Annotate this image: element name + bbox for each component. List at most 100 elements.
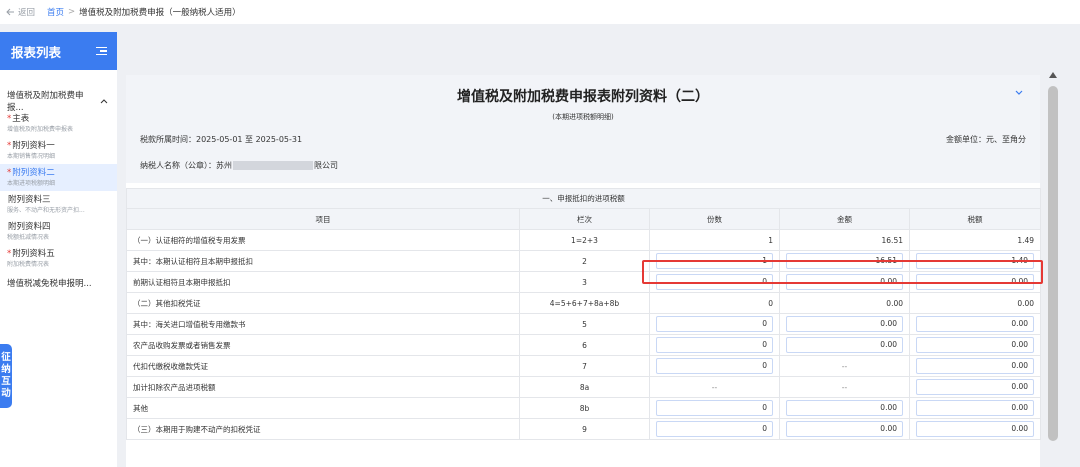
sidebar-item-schedule-5[interactable]: *附列资料五 附加税费情况表 [0,245,117,272]
taxpayer-prefix: 苏州 [216,161,232,170]
form-header: 增值税及附加税费申报表附列资料（二） (本期进项税额明细) 税款所属时间：202… [126,75,1040,183]
tax-input[interactable]: 0.00 [916,337,1035,353]
required-mark: * [7,249,12,259]
row-line-no: 1=2+3 [519,229,650,251]
float-tab-char: 征 [1,352,11,363]
table-row: 其他 8b 0 0.00 0.00 [126,397,1042,419]
amount-input[interactable]: 0.00 [786,274,903,290]
col-header-count: 份数 [649,208,780,230]
tax-period: 税款所属时间：2025-05-01 至 2025-05-31 [140,134,302,145]
amount-input[interactable]: 0.00 [786,400,903,416]
row-line-no: 6 [519,334,650,356]
tax-input[interactable]: 1.49 [916,253,1035,269]
count-input[interactable]: 1 [656,253,773,269]
row-line-no: 8a [519,376,650,398]
sidebar-item-desc: 本期进项税额明细 [7,180,56,187]
count-value: 1 [649,229,780,251]
row-item: 其中：本期认证相符且本期申报抵扣 [126,250,520,272]
row-item: （一）认证相符的增值税专用发票 [126,229,520,251]
row-line-no: 9 [519,418,650,440]
amount-unit: 金额单位：元、至角分 [946,135,1026,144]
chevron-up-icon [100,98,108,103]
amount-na: -- [779,376,910,398]
redacted-block [233,161,313,170]
tax-input[interactable]: 0.00 [916,316,1035,332]
count-input[interactable]: 0 [656,400,773,416]
col-header-tax: 税额 [908,208,1042,230]
amount-input[interactable]: 0.00 [786,316,903,332]
tax-input[interactable]: 0.00 [916,400,1035,416]
amount-input[interactable]: 0.00 [786,337,903,353]
sidebar-item-label: 附列资料三 [8,195,51,205]
tax-value: 1.49 [908,229,1042,251]
sidebar-item-label: 附列资料二 [12,168,55,178]
row-line-no: 3 [519,271,650,293]
sidebar-item-schedule-4[interactable]: 附列资料四 税额抵减情况表 [0,218,117,245]
row-item: 农产品收购发票或者销售发票 [126,334,520,356]
row-line-no: 7 [519,355,650,377]
taxpayer-name: 纳税人名称（公章）： 苏州 限公司 [140,160,338,171]
interaction-float-tab[interactable]: 征 纳 互 动 [0,344,12,408]
col-header-line: 栏次 [519,208,650,230]
row-item: 代扣代缴税收缴款凭证 [126,355,520,377]
table-row: （二）其他扣税凭证 4=5+6+7+8a+8b 0 0.00 0.00 [126,292,1042,314]
required-mark: * [7,114,12,124]
table-row: （三）本期用于购建不动产的扣税凭证 9 0 0.00 0.00 [126,418,1042,440]
breadcrumb-home[interactable]: 首页 [47,6,64,18]
breadcrumb-current: 增值税及附加税费申报（一般纳税人适用） [79,8,241,18]
taxpayer-suffix: 限公司 [314,161,338,170]
col-header-amount: 金额 [779,208,910,230]
table-row: 前期认证相符且本期申报抵扣 3 0 0.00 0.00 [126,271,1042,293]
amount-value: 0.00 [779,292,910,314]
count-input[interactable]: 0 [656,316,773,332]
row-line-no: 5 [519,313,650,335]
sidebar-item-schedule-1[interactable]: *附列资料一 本期销售情况明细 [0,137,117,164]
row-item: （二）其他扣税凭证 [126,292,520,314]
table-row: 其中：海关进口增值税专用缴款书 5 0 0.00 0.00 [126,313,1042,335]
required-mark: * [7,168,12,178]
back-button[interactable]: 返回 [6,6,35,18]
count-na: -- [649,376,780,398]
tax-value: 0.00 [908,292,1042,314]
table-row: 代扣代缴税收缴款凭证 7 0 -- 0.00 [126,355,1042,377]
count-input[interactable]: 0 [656,274,773,290]
amount-na: -- [779,355,910,377]
amount-input[interactable]: 16.51 [786,253,903,269]
table-row: （一）认证相符的增值税专用发票 1=2+3 1 16.51 1.49 [126,229,1042,251]
tax-input[interactable]: 0.00 [916,274,1035,290]
sidebar: 报表列表 增值税及附加税费申报... *主表 增值税及附加税费申报表 *附列资料… [0,32,117,467]
required-mark: * [7,141,12,151]
sidebar-item-schedule-3[interactable]: 附列资料三 服务、不动产和无形资产扣... [0,191,117,218]
sidebar-item-main-form[interactable]: *主表 增值税及附加税费申报表 [0,110,117,137]
sidebar-item-exemption[interactable]: 增值税减免税申报明... [0,272,117,293]
row-line-no: 2 [519,250,650,272]
scrollbar-thumb[interactable] [1048,86,1058,441]
sidebar-item-label: 附列资料一 [12,141,55,151]
row-item: 其他 [126,397,520,419]
amount-input[interactable]: 0.00 [786,421,903,437]
sidebar-item-schedule-2[interactable]: *附列资料二 本期进项税额明细 [0,164,117,191]
tax-input[interactable]: 0.00 [916,379,1035,395]
column-header-row: 项目 栏次 份数 金额 税额 [126,208,1042,230]
breadcrumb-separator: > [68,7,76,17]
form-title: 增值税及附加税费申报表附列资料（二） [457,89,709,105]
count-input[interactable]: 0 [656,421,773,437]
taxpayer-label: 纳税人名称（公章）： [140,161,216,170]
row-item: （三）本期用于购建不动产的扣税凭证 [126,418,520,440]
col-header-item: 项目 [126,208,520,230]
form-subtitle: (本期进项税额明细) [552,113,614,121]
chevron-down-icon[interactable] [1014,87,1024,97]
sidebar-item-label: 附列资料五 [12,249,55,259]
scroll-up-arrow-icon[interactable] [1049,72,1057,78]
count-input[interactable]: 0 [656,337,773,353]
amount-value: 16.51 [779,229,910,251]
table-row: 其中：本期认证相符且本期申报抵扣 2 1 16.51 1.49 [126,250,1042,272]
tax-input[interactable]: 0.00 [916,421,1035,437]
tax-input[interactable]: 0.00 [916,358,1035,374]
section-header-row: 一、申报抵扣的进项税额 [125,188,1042,209]
collapse-menu-icon[interactable] [96,46,107,56]
count-input[interactable]: 0 [656,358,773,374]
sidebar-item-desc: 增值税及附加税费申报表 [7,126,74,133]
sidebar-group-vat[interactable]: 增值税及附加税费申报... [0,91,117,113]
sidebar-header: 报表列表 [0,32,117,70]
